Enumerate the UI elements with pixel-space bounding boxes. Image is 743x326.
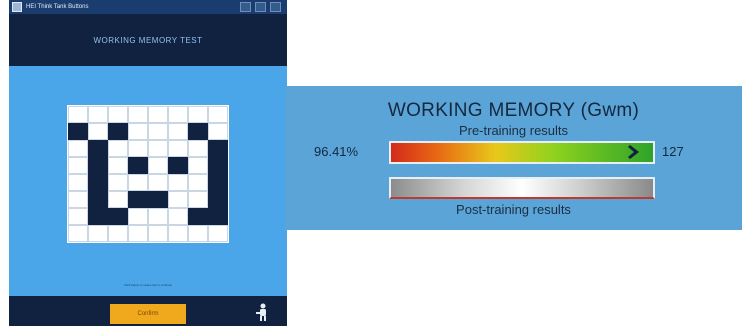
grid-cell[interactable] [68,191,88,208]
grid-cell[interactable] [168,106,188,123]
grid-cell[interactable] [148,191,168,208]
grid-cell[interactable] [88,140,108,157]
app-icon [12,2,22,12]
grid-cell[interactable] [88,208,108,225]
grid-cell[interactable] [148,174,168,191]
pre-training-bar [389,141,655,164]
grid-cell[interactable] [128,123,148,140]
page-title: WORKING MEMORY TEST [93,35,203,45]
grid-cell[interactable] [168,174,188,191]
grid-cell[interactable] [108,157,128,174]
grid-cell[interactable] [208,140,228,157]
post-training-label: Post-training results [456,202,571,217]
grid-cell[interactable] [108,225,128,242]
grid-cell[interactable] [208,106,228,123]
grid-cell[interactable] [208,174,228,191]
grid-cell[interactable] [108,106,128,123]
person-icon[interactable] [255,303,269,321]
grid-cell[interactable] [108,123,128,140]
grid-cell[interactable] [148,208,168,225]
grid-cell[interactable] [88,106,108,123]
grid-cell[interactable] [128,225,148,242]
grid-cell[interactable] [88,123,108,140]
grid-cell[interactable] [168,208,188,225]
grid-cell[interactable] [188,208,208,225]
grid-cell[interactable] [108,140,128,157]
grid-cell[interactable] [168,225,188,242]
grid-cell[interactable] [68,140,88,157]
minimize-button[interactable] [240,2,251,12]
grid-cell[interactable] [168,123,188,140]
chevron-right-icon [628,145,639,159]
grid-cell[interactable] [208,157,228,174]
grid-cell[interactable] [68,208,88,225]
grid-cell[interactable] [68,157,88,174]
grid-cell[interactable] [208,225,228,242]
post-training-bar [389,177,655,199]
grid-cell[interactable] [128,106,148,123]
grid-cell[interactable] [68,123,88,140]
grid-cell[interactable] [208,208,228,225]
grid-cell[interactable] [128,191,148,208]
grid-cell[interactable] [208,123,228,140]
score-value: 127 [662,144,684,159]
grid-cell[interactable] [168,157,188,174]
pre-training-label: Pre-training results [458,123,569,138]
grid-cell[interactable] [168,140,188,157]
maximize-button[interactable] [255,2,266,12]
grid-cell[interactable] [128,208,148,225]
app-footer: Confirm [9,296,287,326]
grid-cell[interactable] [88,225,108,242]
results-panel: WORKING MEMORY (Gwm) Pre-training result… [285,86,742,230]
grid-cell[interactable] [168,191,188,208]
grid-cell[interactable] [88,174,108,191]
grid-cell[interactable] [188,140,208,157]
grid-cell[interactable] [128,140,148,157]
grid-cell[interactable] [88,191,108,208]
window-controls [240,2,281,12]
grid-cell[interactable] [188,123,208,140]
grid-cell[interactable] [188,157,208,174]
grid-cell[interactable] [188,191,208,208]
memory-grid [67,105,229,243]
grid-cell[interactable] [128,174,148,191]
grid-cell[interactable] [148,106,168,123]
grid-cell[interactable] [188,174,208,191]
grid-cell[interactable] [148,225,168,242]
grid-cell[interactable] [68,106,88,123]
grid-cell[interactable] [208,191,228,208]
app-header: WORKING MEMORY TEST [9,14,287,66]
grid-cell[interactable] [148,123,168,140]
grid-cell[interactable] [88,157,108,174]
window-title: HEI Think Tank Buttons [26,4,89,10]
confirm-button[interactable]: Confirm [110,304,186,324]
grid-cell[interactable] [108,191,128,208]
percentile-value: 96.41% [314,144,359,159]
grid-cell[interactable] [148,157,168,174]
grid-cell[interactable] [188,106,208,123]
grid-cell[interactable] [68,225,88,242]
title-bar: HEI Think Tank Buttons [9,0,287,14]
grid-cell[interactable] [68,174,88,191]
close-button[interactable] [270,2,281,12]
continue-hint: Click below or space bar to continue [123,283,173,287]
grid-cell[interactable] [108,174,128,191]
grid-cell[interactable] [148,140,168,157]
grid-cell[interactable] [108,208,128,225]
test-app-window: HEI Think Tank Buttons WORKING MEMORY TE… [9,0,287,326]
results-heading: WORKING MEMORY (Gwm) [387,100,640,121]
grid-cell[interactable] [128,157,148,174]
grid-cell[interactable] [188,225,208,242]
